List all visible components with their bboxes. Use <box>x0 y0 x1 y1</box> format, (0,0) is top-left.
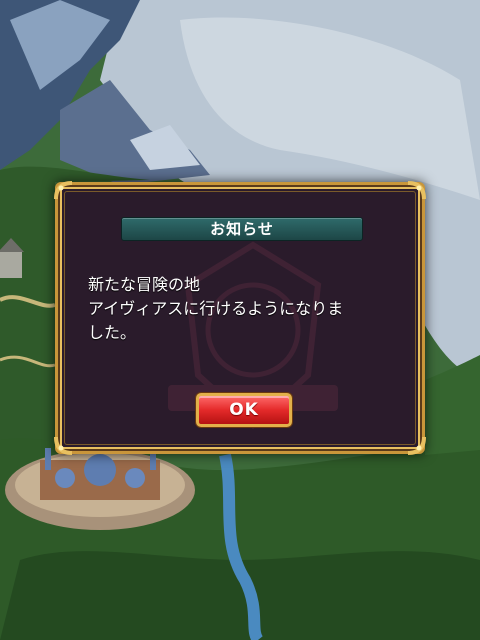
corner-ornament-icon <box>406 435 428 457</box>
corner-ornament-icon <box>52 179 74 201</box>
ok-button[interactable]: OK <box>196 393 292 427</box>
notice-dialog: お知らせ 新たな冒険の地 アイヴィアスに行けるようになりま した。 OK <box>52 179 428 457</box>
corner-ornament-icon <box>406 179 428 201</box>
corner-ornament-icon <box>52 435 74 457</box>
dialog-title: お知らせ <box>121 217 363 241</box>
dialog-message: 新たな冒険の地 アイヴィアスに行けるようになりま した。 <box>88 275 344 342</box>
